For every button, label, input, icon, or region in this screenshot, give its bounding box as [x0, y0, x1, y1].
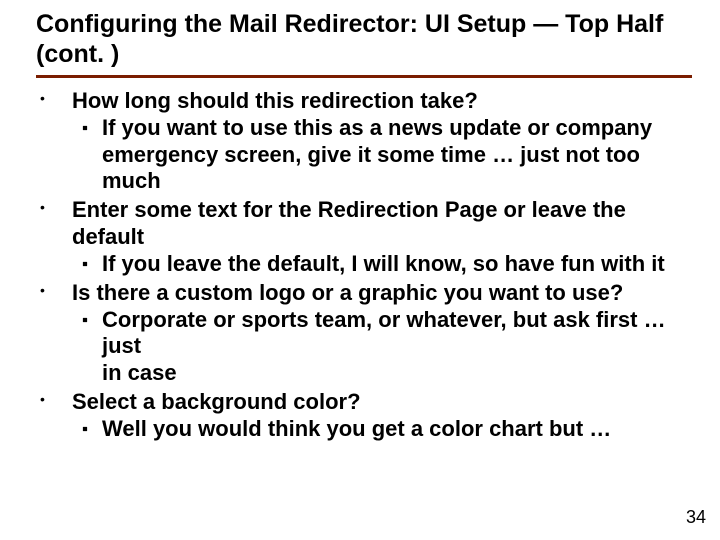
list-item: How long should this redirection take? I… [26, 88, 690, 195]
list-item: Well you would think you get a color cha… [72, 416, 690, 443]
sub-bullet-text: If you want to use this as a news update… [102, 115, 690, 195]
bullet-text: Enter some text for the Redirection Page… [72, 197, 690, 251]
list-item: Enter some text for the Redirection Page… [26, 197, 690, 277]
sub-bullet-text: Corporate or sports team, or whatever, b… [102, 307, 690, 387]
list-item: Corporate or sports team, or whatever, b… [72, 307, 690, 387]
slide-body: How long should this redirection take? I… [0, 78, 720, 443]
bullet-text: Is there a custom logo or a graphic you … [72, 280, 690, 307]
page-number: 34 [686, 507, 706, 528]
sub-bullet-text: Well you would think you get a color cha… [102, 416, 690, 443]
list-item: If you want to use this as a news update… [72, 115, 690, 195]
bullet-text: How long should this redirection take? [72, 88, 690, 115]
bullet-text: Select a background color? [72, 389, 690, 416]
slide-title: Configuring the Mail Redirector: UI Setu… [36, 10, 680, 73]
list-item: Is there a custom logo or a graphic you … [26, 280, 690, 387]
list-item: Select a background color? Well you woul… [26, 389, 690, 443]
list-item: If you leave the default, I will know, s… [72, 251, 690, 278]
sub-bullet-text: If you leave the default, I will know, s… [102, 251, 690, 278]
